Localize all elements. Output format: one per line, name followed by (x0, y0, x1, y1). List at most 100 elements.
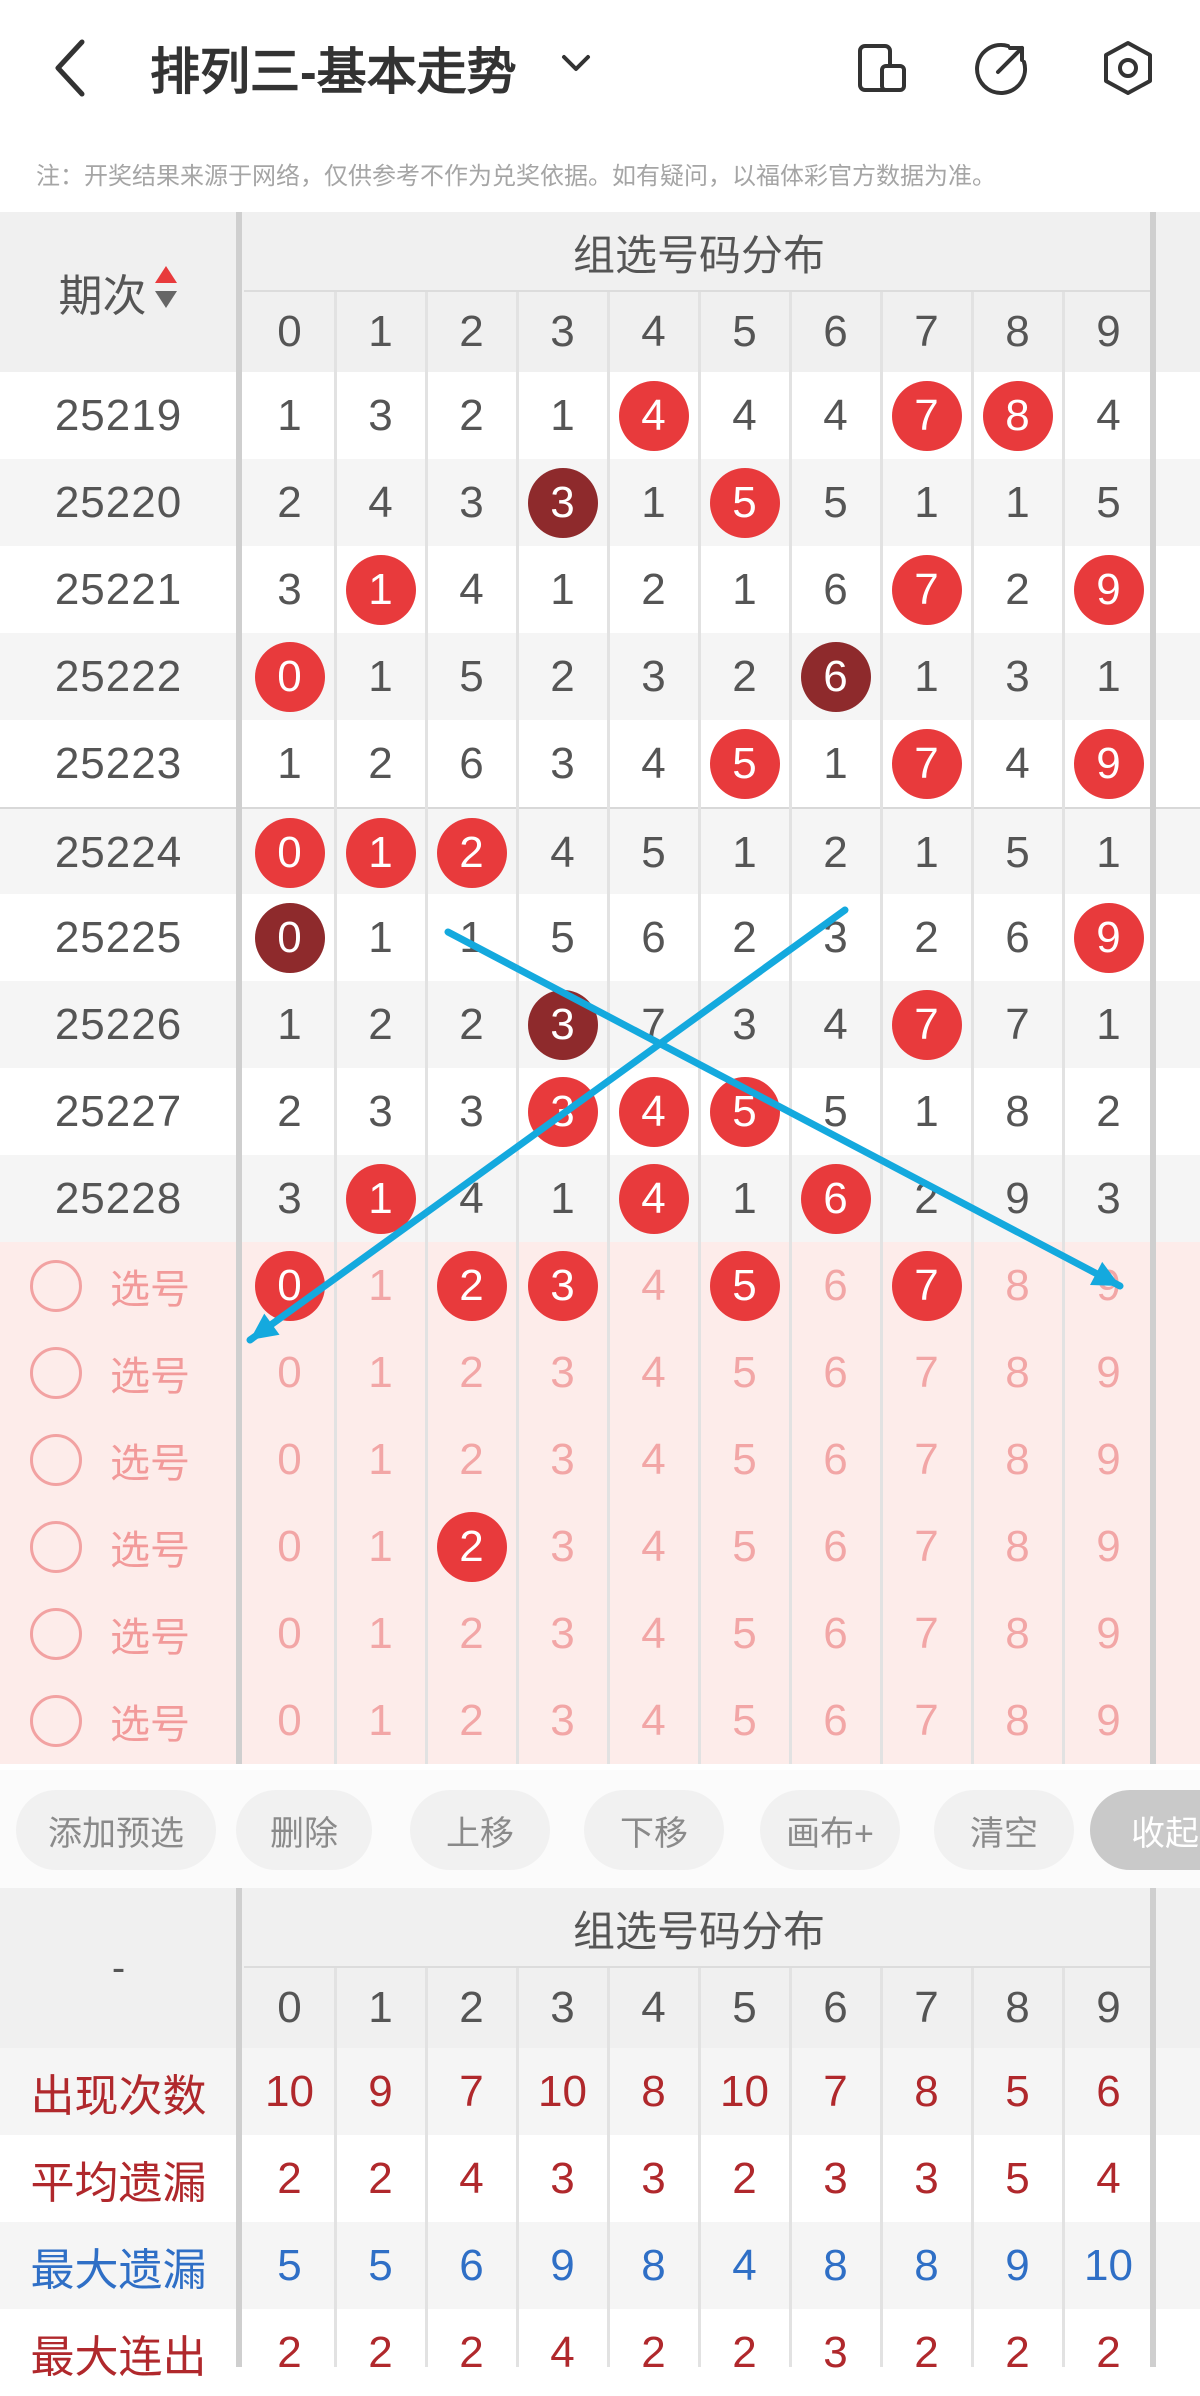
pick-digit-cell[interactable]: 8 (972, 1416, 1063, 1503)
pick-digit-cell[interactable]: 2 (426, 1416, 517, 1503)
device-icon[interactable] (852, 38, 912, 98)
add-preselect-button[interactable]: 添加预选 (16, 1790, 216, 1870)
pick-digit-cell[interactable]: 0 (244, 1329, 335, 1416)
radio-circle-icon[interactable] (30, 1694, 82, 1747)
pick-digit-cell[interactable]: 8 (972, 1242, 1063, 1329)
digit-column-header[interactable]: 7 (881, 292, 972, 372)
pick-digit-cell[interactable]: 0 (244, 1416, 335, 1503)
radio-circle-icon[interactable] (30, 1607, 82, 1660)
pick-digit-cell[interactable]: 1 (335, 1242, 426, 1329)
pick-digit-cell[interactable]: 6 (790, 1416, 881, 1503)
pick-digit-cell[interactable]: 2 (426, 1329, 517, 1416)
pick-digit-cell[interactable]: 7 (881, 1329, 972, 1416)
pick-digit-cell[interactable]: 9 (1063, 1242, 1154, 1329)
pick-digit-cell[interactable]: 3 (517, 1590, 608, 1677)
pick-digit-cell[interactable]: 2 (426, 1242, 517, 1329)
caret-down-icon[interactable] (558, 48, 594, 78)
pick-row-selector[interactable]: 选号 (30, 1590, 190, 1677)
pick-digit-cell[interactable]: 4 (608, 1590, 699, 1677)
radio-circle-icon[interactable] (30, 1433, 82, 1486)
pick-digit-cell[interactable]: 6 (790, 1242, 881, 1329)
pick-digit-cell[interactable]: 0 (244, 1590, 335, 1677)
canvas-add-button[interactable]: 画布+ (760, 1790, 900, 1870)
pick-digit-cell[interactable]: 5 (699, 1503, 790, 1590)
pick-digit-cell[interactable]: 0 (244, 1503, 335, 1590)
collapse-button[interactable]: 收起 (1090, 1790, 1200, 1870)
pick-digit-cell[interactable]: 4 (608, 1242, 699, 1329)
pick-digit-cell[interactable]: 7 (881, 1416, 972, 1503)
pick-digit-cell[interactable]: 8 (972, 1503, 1063, 1590)
pick-digit-cell[interactable]: 0 (244, 1242, 335, 1329)
pick-digit-cell[interactable]: 8 (972, 1329, 1063, 1416)
pick-digit-cell[interactable]: 8 (972, 1677, 1063, 1764)
pick-digit-cell[interactable]: 6 (790, 1503, 881, 1590)
pick-digit-cell[interactable]: 7 (881, 1677, 972, 1764)
pick-digit-cell[interactable]: 1 (335, 1416, 426, 1503)
pick-digit-cell[interactable]: 3 (517, 1503, 608, 1590)
pick-row-selector[interactable]: 选号 (30, 1329, 190, 1416)
selected-digit-ball[interactable]: 2 (436, 1250, 507, 1321)
pick-digit-cell[interactable]: 7 (881, 1242, 972, 1329)
pick-digit-cell[interactable]: 3 (517, 1416, 608, 1503)
selected-digit-ball[interactable]: 3 (527, 1250, 598, 1321)
pick-digit-cell[interactable]: 4 (608, 1503, 699, 1590)
pick-digit-cell[interactable]: 5 (699, 1329, 790, 1416)
pick-digit-cell[interactable]: 8 (972, 1590, 1063, 1677)
move-down-button[interactable]: 下移 (584, 1790, 724, 1870)
digit-column-header[interactable]: 0 (244, 292, 335, 372)
digit-column-header[interactable]: 6 (790, 292, 881, 372)
pick-digit-cell[interactable]: 2 (426, 1590, 517, 1677)
delete-button[interactable]: 删除 (236, 1790, 372, 1870)
digit-column-header[interactable]: 8 (972, 292, 1063, 372)
page-title[interactable]: 排列三-基本走势 (150, 32, 517, 104)
pick-digit-cell[interactable]: 4 (608, 1329, 699, 1416)
radio-circle-icon[interactable] (30, 1259, 82, 1312)
pick-digit-cell[interactable]: 9 (1063, 1329, 1154, 1416)
pick-digit-cell[interactable]: 6 (790, 1590, 881, 1677)
pick-digit-cell[interactable]: 4 (608, 1677, 699, 1764)
pick-digit-cell[interactable]: 7 (881, 1503, 972, 1590)
pick-digit-cell[interactable]: 5 (699, 1242, 790, 1329)
digit-column-header[interactable]: 5 (699, 292, 790, 372)
digit-column-header[interactable]: 4 (608, 292, 699, 372)
radio-circle-icon[interactable] (30, 1520, 82, 1573)
digit-column-header[interactable]: 9 (1063, 292, 1154, 372)
pick-digit-cell[interactable]: 7 (881, 1590, 972, 1677)
pick-digit-cell[interactable]: 1 (335, 1677, 426, 1764)
pick-digit-cell[interactable]: 9 (1063, 1416, 1154, 1503)
pick-digit-cell[interactable]: 5 (699, 1677, 790, 1764)
radio-circle-icon[interactable] (30, 1346, 82, 1399)
pick-digit-cell[interactable]: 5 (699, 1416, 790, 1503)
pick-row-selector[interactable]: 选号 (30, 1677, 190, 1764)
pick-row-selector[interactable]: 选号 (30, 1242, 190, 1329)
selected-digit-ball[interactable]: 5 (709, 1250, 780, 1321)
digit-column-header[interactable]: 3 (517, 292, 608, 372)
selected-digit-ball[interactable]: 2 (436, 1511, 507, 1582)
pick-digit-cell[interactable]: 6 (790, 1677, 881, 1764)
pick-digit-cell[interactable]: 3 (517, 1329, 608, 1416)
clear-button[interactable]: 清空 (934, 1790, 1074, 1870)
issue-column-header[interactable]: 期次 (0, 212, 237, 372)
pick-digit-cell[interactable]: 3 (517, 1677, 608, 1764)
pick-digit-cell[interactable]: 2 (426, 1503, 517, 1590)
pick-digit-cell[interactable]: 5 (699, 1590, 790, 1677)
pick-digit-cell[interactable]: 2 (426, 1677, 517, 1764)
share-icon[interactable] (972, 38, 1032, 98)
pick-digit-cell[interactable]: 1 (335, 1503, 426, 1590)
pick-digit-cell[interactable]: 4 (608, 1416, 699, 1503)
pick-digit-cell[interactable]: 0 (244, 1677, 335, 1764)
back-arrow-icon[interactable] (52, 36, 92, 100)
pick-digit-cell[interactable]: 9 (1063, 1503, 1154, 1590)
move-up-button[interactable]: 上移 (410, 1790, 550, 1870)
sort-icon[interactable] (153, 264, 179, 321)
pick-digit-cell[interactable]: 6 (790, 1329, 881, 1416)
digit-column-header[interactable]: 1 (335, 292, 426, 372)
pick-digit-cell[interactable]: 1 (335, 1329, 426, 1416)
pick-digit-cell[interactable]: 9 (1063, 1677, 1154, 1764)
settings-icon[interactable] (1098, 38, 1158, 98)
selected-digit-ball[interactable]: 7 (891, 1250, 962, 1321)
pick-row-selector[interactable]: 选号 (30, 1503, 190, 1590)
pick-row-selector[interactable]: 选号 (30, 1416, 190, 1503)
pick-digit-cell[interactable]: 9 (1063, 1590, 1154, 1677)
selected-digit-ball[interactable]: 0 (254, 1250, 325, 1321)
